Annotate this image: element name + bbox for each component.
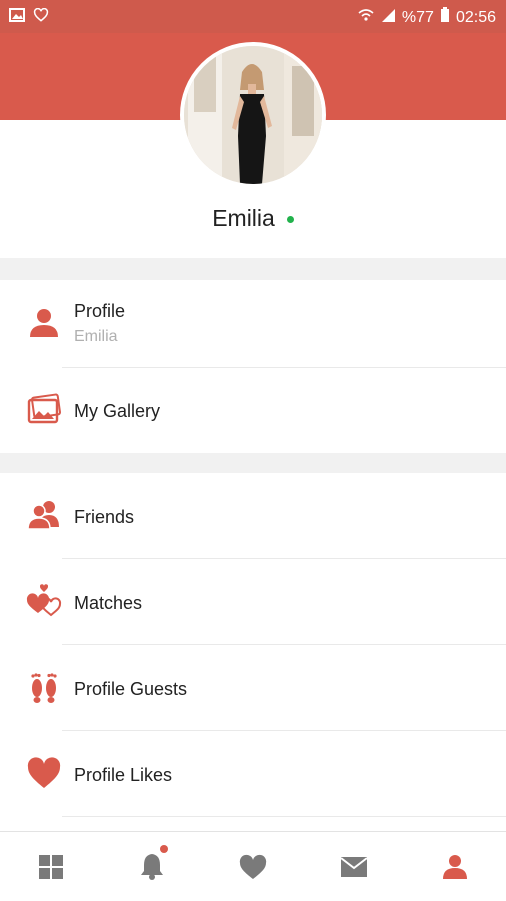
matches-icon — [26, 583, 62, 619]
section-separator — [0, 258, 506, 280]
status-left-icons — [9, 7, 49, 27]
menu-item-friends[interactable]: Friends — [0, 473, 506, 559]
heart-icon — [26, 755, 62, 791]
menu-item-profile-likes[interactable]: Profile Likes — [0, 731, 506, 817]
image-icon — [9, 8, 25, 27]
profile-name: Emilia — [0, 205, 506, 232]
footprints-icon — [26, 669, 62, 705]
clock: 02:56 — [455, 8, 496, 26]
person-icon — [26, 305, 62, 341]
menu-item-matches[interactable]: Matches — [0, 559, 506, 645]
menu-item-sublabel: Emilia — [74, 328, 118, 345]
heart-outline-icon — [33, 7, 49, 27]
nav-tab-likes[interactable] — [202, 832, 303, 901]
status-bar: %77 02:56 — [0, 0, 506, 33]
menu-item-label: Profile Guests — [74, 679, 188, 699]
profile-name-text: Emilia — [212, 205, 275, 231]
menu-item-label: Friends — [74, 507, 135, 527]
menu-item-label: Matches — [74, 593, 143, 613]
menu-item-profile-guests[interactable]: Profile Guests — [0, 645, 506, 731]
row-divider — [62, 816, 506, 817]
menu-item-label: Profile Likes — [74, 765, 173, 785]
wifi-x-icon — [358, 8, 374, 27]
battery-text: %77 — [401, 8, 434, 26]
menu-item-label: Profile — [74, 301, 126, 321]
friends-icon — [26, 497, 62, 533]
nav-tab-profile[interactable] — [404, 832, 505, 901]
signal-icon — [380, 8, 396, 27]
menu-item-profile[interactable]: Profile Emilia — [0, 281, 506, 367]
online-status-dot — [286, 216, 294, 224]
gallery-icon — [26, 392, 62, 428]
notification-badge — [160, 845, 168, 853]
menu-item-label: My Gallery — [74, 401, 161, 421]
status-right: %77 02:56 — [358, 7, 496, 28]
battery-icon — [440, 7, 450, 28]
menu-item-my-gallery[interactable]: My Gallery — [0, 368, 506, 454]
nav-tab-messages[interactable] — [303, 832, 404, 901]
nav-tab-notifications[interactable] — [101, 832, 202, 901]
avatar[interactable] — [180, 42, 326, 188]
bottom-nav — [0, 831, 506, 901]
avatar-photo — [184, 46, 322, 184]
section-separator — [0, 453, 506, 473]
nav-tab-dashboard[interactable] — [0, 832, 101, 901]
